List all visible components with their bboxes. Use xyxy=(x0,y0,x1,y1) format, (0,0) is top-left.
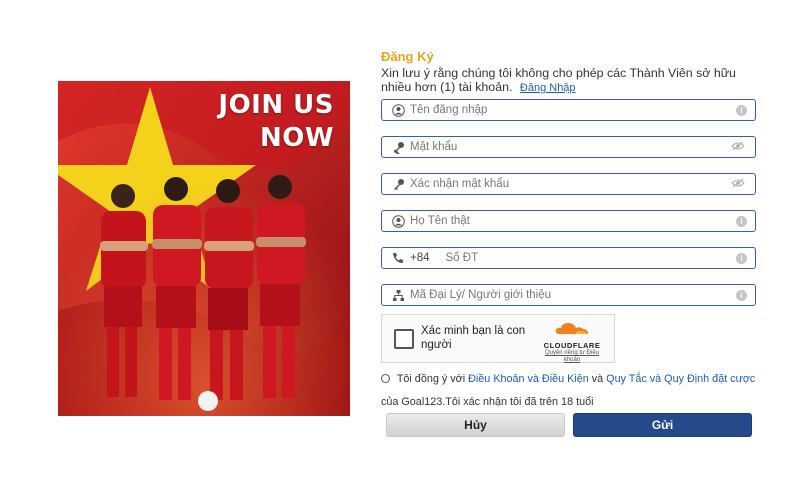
network-icon xyxy=(388,285,408,305)
agent-code-field[interactable]: Mã Đại Lý/ Người giới thiệu i xyxy=(381,284,756,306)
banner-line2: NOW xyxy=(259,123,334,153)
confirm-placeholder: Xác nhận mật khẩu xyxy=(410,178,510,190)
phone-icon xyxy=(388,248,408,268)
captcha-label: Xác minh bạn là con người xyxy=(421,325,526,351)
terms-agreement: Tôi đồng ý với Điều Khoản và Điều Kiện v… xyxy=(381,368,756,414)
agree-radio[interactable] xyxy=(381,374,390,383)
country-code[interactable]: +84 xyxy=(410,252,430,264)
fullname-placeholder: Họ Tên thật xyxy=(410,215,470,227)
join-us-now-text: JOIN US NOW xyxy=(218,89,334,155)
promo-banner: JOIN US NOW xyxy=(58,81,350,416)
username-placeholder: Tên đăng nhập xyxy=(410,104,488,116)
form-title: Đăng Ký xyxy=(381,49,434,64)
info-icon[interactable]: i xyxy=(736,104,747,116)
phone-placeholder: Số ĐT xyxy=(445,252,479,264)
confirm-password-field[interactable]: Xác nhận mật khẩu xyxy=(381,173,756,195)
user-icon xyxy=(388,100,408,120)
captcha-checkbox[interactable] xyxy=(394,329,414,349)
key-icon xyxy=(388,174,408,194)
eye-slash-icon[interactable] xyxy=(731,175,745,193)
agent-placeholder: Mã Đại Lý/ Người giới thiệu xyxy=(410,289,552,301)
banner-line1: JOIN US xyxy=(218,90,334,120)
cloudflare-brand: CLOUDFLARE xyxy=(543,341,601,350)
password-placeholder: Mật khẩu xyxy=(410,141,458,153)
password-field[interactable]: Mật khẩu xyxy=(381,136,756,158)
info-icon[interactable]: i xyxy=(736,215,747,227)
privacy-terms-link[interactable]: Quyền riêng tư Điều khoản xyxy=(542,350,602,364)
agree-and: và xyxy=(591,373,604,385)
cloudflare-captcha: Xác minh bạn là con người CLOUDFLARE Quy… xyxy=(381,314,615,363)
username-field[interactable]: Tên đăng nhập i xyxy=(381,99,756,121)
login-link[interactable]: Đăng Nhập xyxy=(520,82,576,94)
terms-link[interactable]: Điều Khoản và Điều Kiện xyxy=(468,373,589,385)
rules-link[interactable]: Quy Tắc và Quy Định đặt cược xyxy=(606,373,755,385)
info-icon[interactable]: i xyxy=(736,252,747,264)
agree-suffix: của Goal123.Tôi xác nhận tôi đã trên 18 … xyxy=(381,396,594,408)
info-icon[interactable]: i xyxy=(736,289,747,301)
eye-slash-icon[interactable] xyxy=(731,138,745,156)
submit-button[interactable]: Gửi xyxy=(573,413,752,437)
cancel-button[interactable]: Hủy xyxy=(386,413,565,437)
fullname-field[interactable]: Họ Tên thật i xyxy=(381,210,756,232)
register-form: Đăng Ký Xin lưu ý rằng chúng tôi không c… xyxy=(381,48,756,306)
cloudflare-logo: CLOUDFLARE Quyền riêng tư Điều khoản xyxy=(542,321,602,364)
agree-prefix: Tôi đồng ý với xyxy=(396,373,466,385)
cloud-icon xyxy=(555,323,588,334)
phone-field[interactable]: +84 Số ĐT i xyxy=(381,247,756,269)
account-notice: Xin lưu ý rằng chúng tôi không cho phép … xyxy=(381,66,756,95)
key-icon xyxy=(388,137,408,157)
user-icon xyxy=(388,211,408,231)
